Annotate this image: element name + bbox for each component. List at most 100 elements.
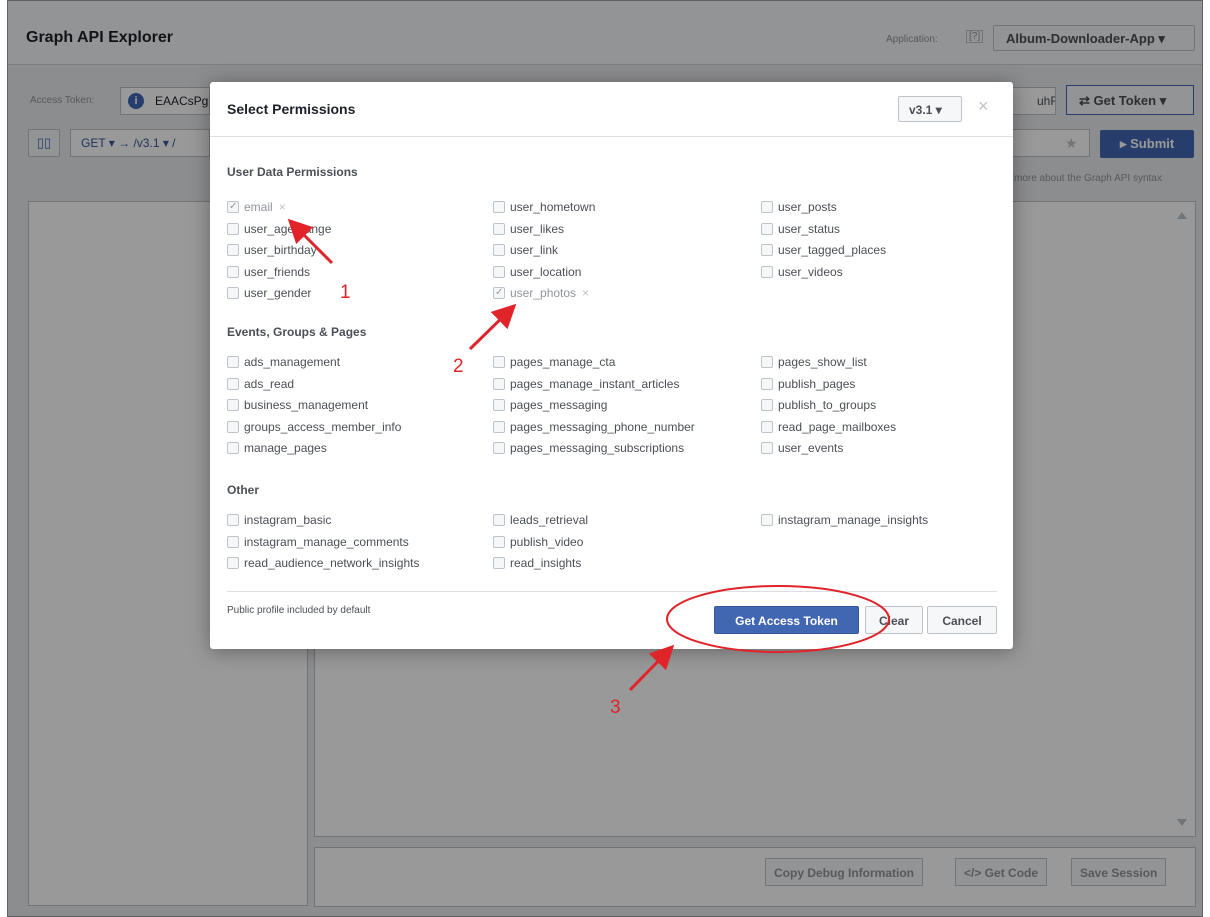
permission-email[interactable]: email ×	[227, 199, 286, 215]
permission-pages-messaging-phone-number[interactable]: pages_messaging_phone_number	[493, 419, 695, 435]
checkbox[interactable]	[493, 514, 505, 526]
permission-user-location[interactable]: user_location	[493, 264, 581, 280]
get-access-token-button[interactable]: Get Access Token	[714, 606, 859, 634]
permission-pages-manage-instant-articles[interactable]: pages_manage_instant_articles	[493, 376, 679, 392]
permission-user-events[interactable]: user_events	[761, 440, 843, 456]
permission-label: groups_access_member_info	[244, 419, 402, 434]
permission-user-tagged-places[interactable]: user_tagged_places	[761, 242, 886, 258]
checkbox[interactable]	[227, 535, 239, 548]
clear-button[interactable]: Clear	[865, 606, 923, 634]
checkbox[interactable]	[761, 244, 773, 256]
permission-label: instagram_manage_insights	[778, 513, 929, 527]
permission-ads-read[interactable]: ads_read	[227, 376, 294, 392]
checkbox[interactable]	[227, 222, 239, 235]
checkbox[interactable]	[227, 287, 239, 299]
checkbox[interactable]	[227, 244, 239, 256]
permission-groups-access-member-info[interactable]: groups_access_member_info	[227, 419, 401, 435]
permission-pages-manage-cta[interactable]: pages_manage_cta	[493, 354, 615, 370]
permission-ads-management[interactable]: ads_management	[227, 354, 340, 370]
permission-label: user_location	[510, 264, 582, 279]
checkbox[interactable]	[227, 442, 239, 454]
permission-user-likes[interactable]: user_likes	[493, 221, 564, 237]
permission-instagram-manage-comments[interactable]: instagram_manage_comments	[227, 534, 409, 550]
checkbox[interactable]	[761, 377, 773, 390]
permission-user-birthday[interactable]: user_birthday	[227, 242, 317, 258]
checkbox[interactable]	[493, 265, 505, 278]
permission-label: user_posts	[778, 200, 837, 214]
permission-user-posts[interactable]: user_posts	[761, 199, 837, 215]
checkbox[interactable]	[761, 356, 773, 368]
permission-instagram-basic[interactable]: instagram_basic	[227, 512, 331, 528]
permission-label: read_page_mailboxes	[778, 419, 897, 434]
permission-instagram-manage-insights[interactable]: instagram_manage_insights	[761, 512, 928, 528]
checkbox[interactable]	[493, 356, 505, 368]
permission-read-insights[interactable]: read_insights	[493, 555, 581, 571]
checkbox[interactable]	[761, 420, 773, 433]
checkbox[interactable]	[761, 399, 773, 411]
permission-label: user_status	[778, 221, 841, 236]
permission-user-friends[interactable]: user_friends	[227, 264, 310, 280]
section-user-data: User Data Permissions	[227, 165, 358, 179]
cancel-button[interactable]: Cancel	[927, 606, 997, 634]
permission-label: publish_pages	[778, 376, 856, 391]
permission-label: ads_read	[244, 376, 295, 391]
checkbox[interactable]	[227, 356, 239, 368]
remove-icon[interactable]: ×	[279, 200, 286, 214]
checkbox[interactable]	[493, 442, 505, 454]
permission-manage-pages[interactable]: manage_pages	[227, 440, 327, 456]
permission-label: read_insights	[510, 556, 582, 570]
checkbox[interactable]	[493, 377, 505, 390]
permission-label: business_management	[244, 398, 369, 412]
version-select[interactable]: v3.1 ▾	[898, 96, 962, 122]
permission-label: user_videos	[778, 264, 843, 279]
checkbox[interactable]	[227, 399, 239, 411]
checkbox[interactable]	[761, 265, 773, 278]
permission-label: user_likes	[510, 221, 565, 236]
permission-label: publish_video	[510, 534, 584, 549]
permission-label: pages_messaging_subscriptions	[510, 441, 685, 455]
checkbox-checked[interactable]	[493, 285, 505, 301]
permission-user-link[interactable]: user_link	[493, 242, 558, 258]
permission-label: pages_show_list	[778, 355, 867, 369]
permission-label: user_friends	[244, 264, 311, 279]
permission-user-videos[interactable]: user_videos	[761, 264, 843, 280]
checkbox[interactable]	[761, 442, 773, 454]
checkbox[interactable]	[493, 535, 505, 548]
close-icon[interactable]: ×	[978, 96, 989, 117]
annotation-number-2: 2	[453, 356, 464, 377]
permission-read-page-mailboxes[interactable]: read_page_mailboxes	[761, 419, 896, 435]
checkbox-checked[interactable]	[227, 199, 239, 215]
permission-user-age-range[interactable]: user_age_range	[227, 221, 331, 237]
checkbox[interactable]	[761, 222, 773, 235]
permission-publish-to-groups[interactable]: publish_to_groups	[761, 397, 876, 413]
permission-label: user_tagged_places	[778, 243, 887, 257]
checkbox[interactable]	[227, 420, 239, 433]
permission-user-status[interactable]: user_status	[761, 221, 840, 237]
checkbox[interactable]	[493, 222, 505, 235]
permission-read-audience-network-insights[interactable]: read_audience_network_insights	[227, 555, 419, 571]
permission-user-gender[interactable]: user_gender	[227, 285, 311, 301]
checkbox[interactable]	[761, 201, 773, 213]
permission-publish-pages[interactable]: publish_pages	[761, 376, 855, 392]
permission-publish-video[interactable]: publish_video	[493, 534, 583, 550]
checkbox[interactable]	[493, 201, 505, 213]
checkbox[interactable]	[493, 399, 505, 411]
permission-business-management[interactable]: business_management	[227, 397, 368, 413]
permission-pages-show-list[interactable]: pages_show_list	[761, 354, 867, 370]
checkbox[interactable]	[493, 244, 505, 256]
permission-label: instagram_basic	[244, 513, 332, 527]
checkbox[interactable]	[493, 557, 505, 569]
checkbox[interactable]	[227, 557, 239, 569]
permission-leads-retrieval[interactable]: leads_retrieval	[493, 512, 588, 528]
divider	[227, 591, 997, 592]
checkbox[interactable]	[761, 514, 773, 526]
checkbox[interactable]	[493, 420, 505, 433]
checkbox[interactable]	[227, 377, 239, 390]
permission-user-hometown[interactable]: user_hometown	[493, 199, 595, 215]
permission-pages-messaging-subscriptions[interactable]: pages_messaging_subscriptions	[493, 440, 684, 456]
checkbox[interactable]	[227, 514, 239, 526]
checkbox[interactable]	[227, 265, 239, 278]
permission-user-photos[interactable]: user_photos ×	[493, 285, 589, 301]
permission-pages-messaging[interactable]: pages_messaging	[493, 397, 607, 413]
remove-icon[interactable]: ×	[582, 286, 589, 300]
